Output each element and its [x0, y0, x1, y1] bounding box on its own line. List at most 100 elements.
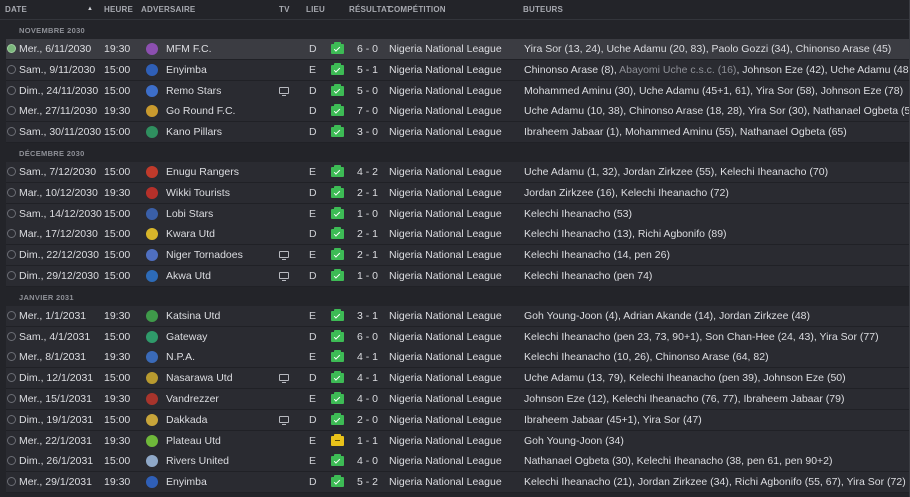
- fixture-row[interactable]: Dim., 12/1/2031 15:00 Nasarawa Utd D 4 - 1 Ni…: [6, 368, 910, 390]
- fixture-row[interactable]: Sam., 30/11/2030 15:00 Kano Pillars D 3 - 0 N…: [6, 122, 910, 144]
- match-score[interactable]: 7 - 0: [357, 101, 378, 121]
- competition-name[interactable]: Nigeria National League: [389, 81, 502, 101]
- fixture-row[interactable]: Dim., 22/12/2030 15:00 Niger Tornadoes E 2 -…: [6, 245, 910, 267]
- opponent-name[interactable]: MFM F.C.: [166, 39, 212, 59]
- match-score[interactable]: 4 - 1: [357, 347, 378, 367]
- select-checkbox[interactable]: [7, 250, 16, 260]
- col-header-scorers[interactable]: BUTEURS: [523, 5, 563, 14]
- fixture-row[interactable]: Mer., 27/11/2030 19:30 Go Round F.C. D 7 - 0…: [6, 101, 910, 123]
- opponent-name[interactable]: Go Round F.C.: [166, 101, 235, 121]
- match-score[interactable]: 6 - 0: [357, 327, 378, 347]
- select-checkbox[interactable]: [7, 456, 16, 466]
- select-checkbox[interactable]: [7, 331, 16, 341]
- select-checkbox[interactable]: [7, 352, 16, 362]
- opponent-name[interactable]: N.P.A.: [166, 347, 195, 367]
- fixture-row[interactable]: Sam., 14/12/2030 15:00 Lobi Stars E 1 - 0 Nig…: [6, 203, 910, 225]
- select-checkbox[interactable]: [7, 477, 16, 487]
- competition-name[interactable]: Nigeria National League: [389, 245, 502, 265]
- competition-name[interactable]: Nigeria National League: [389, 327, 502, 347]
- competition-name[interactable]: Nigeria National League: [389, 122, 502, 142]
- select-checkbox[interactable]: [7, 414, 16, 424]
- match-score[interactable]: 4 - 2: [357, 162, 378, 182]
- col-header-time[interactable]: HEURE: [104, 5, 133, 14]
- fixture-row[interactable]: Mer., 15/1/2031 19:30 Vandrezzer E 4 - 0 Nige…: [6, 389, 910, 410]
- select-checkbox[interactable]: [7, 271, 16, 280]
- competition-name[interactable]: Nigeria National League: [389, 389, 502, 409]
- col-header-venue[interactable]: LIEU: [306, 5, 325, 14]
- match-score[interactable]: 2 - 1: [357, 224, 378, 244]
- opponent-name[interactable]: Remo Stars: [166, 81, 221, 101]
- select-checkbox[interactable]: [7, 229, 16, 239]
- match-score[interactable]: 5 - 2: [357, 472, 378, 492]
- select-checkbox[interactable]: [7, 310, 16, 320]
- fixture-row[interactable]: Dim., 24/11/2030 15:00 Remo Stars D 5 - 0 Nig…: [6, 80, 910, 102]
- col-header-result[interactable]: RÉSULTAT: [349, 5, 391, 14]
- match-score[interactable]: 4 - 0: [357, 389, 378, 409]
- fixture-row[interactable]: Mer., 29/1/2031 19:30 Enyimba D 5 - 2 Nigeria…: [6, 472, 910, 494]
- col-header-opponent[interactable]: ADVERSAIRE: [141, 5, 195, 14]
- fixture-row[interactable]: Mar., 17/12/2030 15:00 Kwara Utd D 2 - 1 Nige…: [6, 224, 910, 246]
- opponent-name[interactable]: Kano Pillars: [166, 122, 222, 142]
- competition-name[interactable]: Nigeria National League: [389, 39, 502, 59]
- select-checkbox[interactable]: [7, 106, 16, 116]
- competition-name[interactable]: Nigeria National League: [389, 224, 502, 244]
- fixture-row[interactable]: Dim., 26/1/2031 15:00 Rivers United E 4 - 0 N…: [6, 451, 910, 473]
- match-score[interactable]: 6 - 0: [357, 39, 378, 59]
- fixture-row[interactable]: Sam., 9/11/2030 15:00 Enyimba E 5 - 1 Nigeria…: [6, 59, 910, 81]
- match-score[interactable]: 2 - 1: [357, 183, 378, 203]
- select-checkbox[interactable]: [7, 394, 16, 403]
- match-score[interactable]: 2 - 0: [357, 410, 378, 430]
- select-checkbox[interactable]: [7, 64, 16, 74]
- opponent-name[interactable]: Nasarawa Utd: [166, 368, 233, 388]
- match-score[interactable]: 1 - 0: [357, 204, 378, 224]
- competition-name[interactable]: Nigeria National League: [389, 183, 502, 203]
- col-header-competition[interactable]: COMPÉTITION: [388, 5, 446, 14]
- fixture-row[interactable]: Mer., 8/1/2031 19:30 N.P.A. E 4 - 1 Nigeria N…: [6, 347, 910, 369]
- competition-name[interactable]: Nigeria National League: [389, 368, 502, 388]
- select-checkbox[interactable]: [7, 208, 16, 218]
- match-score[interactable]: 4 - 0: [357, 451, 378, 471]
- competition-name[interactable]: Nigeria National League: [389, 347, 502, 367]
- fixture-row[interactable]: Sam., 7/12/2030 15:00 Enugu Rangers E 4 - 2 N…: [6, 162, 910, 183]
- select-checkbox[interactable]: [7, 44, 16, 53]
- match-score[interactable]: 1 - 0: [357, 266, 378, 286]
- opponent-name[interactable]: Vandrezzer: [166, 389, 219, 409]
- opponent-name[interactable]: Wikki Tourists: [166, 183, 230, 203]
- competition-name[interactable]: Nigeria National League: [389, 410, 502, 430]
- competition-name[interactable]: Nigeria National League: [389, 266, 502, 286]
- competition-name[interactable]: Nigeria National League: [389, 472, 502, 492]
- opponent-name[interactable]: Gateway: [166, 327, 207, 347]
- match-score[interactable]: 1 - 1: [357, 431, 378, 451]
- competition-name[interactable]: Nigeria National League: [389, 306, 502, 326]
- opponent-name[interactable]: Enyimba: [166, 472, 207, 492]
- fixture-row[interactable]: Dim., 19/1/2031 15:00 Dakkada D 2 - 0 Nigeria…: [6, 409, 910, 431]
- match-score[interactable]: 3 - 0: [357, 122, 378, 142]
- match-score[interactable]: 4 - 1: [357, 368, 378, 388]
- sort-ascending-icon[interactable]: ▲: [87, 6, 93, 12]
- fixture-row[interactable]: Mer., 22/1/2031 19:30 Plateau Utd E 1 - 1 Nig…: [6, 430, 910, 452]
- select-checkbox[interactable]: [7, 167, 16, 176]
- fixture-row[interactable]: Mer., 1/1/2031 19:30 Katsina Utd E 3 - 1 Nige…: [6, 305, 910, 327]
- select-checkbox[interactable]: [7, 85, 16, 95]
- col-header-tv[interactable]: TV: [279, 5, 290, 14]
- competition-name[interactable]: Nigeria National League: [389, 60, 502, 80]
- competition-name[interactable]: Nigeria National League: [389, 101, 502, 121]
- opponent-name[interactable]: Enugu Rangers: [166, 162, 239, 182]
- opponent-name[interactable]: Plateau Utd: [166, 431, 221, 451]
- fixture-row[interactable]: Mar., 10/12/2030 19:30 Wikki Tourists D 2 - …: [6, 182, 910, 204]
- match-score[interactable]: 5 - 0: [357, 81, 378, 101]
- select-checkbox[interactable]: [7, 187, 16, 197]
- select-checkbox[interactable]: [7, 127, 16, 137]
- col-header-date[interactable]: DATE: [5, 5, 27, 14]
- fixture-row[interactable]: Sam., 4/1/2031 15:00 Gateway D 6 - 0 Nigeria …: [6, 326, 910, 348]
- competition-name[interactable]: Nigeria National League: [389, 451, 502, 471]
- opponent-name[interactable]: Dakkada: [166, 410, 207, 430]
- select-checkbox[interactable]: [7, 373, 16, 383]
- opponent-name[interactable]: Niger Tornadoes: [166, 245, 243, 265]
- match-score[interactable]: 3 - 1: [357, 306, 378, 326]
- match-score[interactable]: 5 - 1: [357, 60, 378, 80]
- opponent-name[interactable]: Katsina Utd: [166, 306, 220, 326]
- competition-name[interactable]: Nigeria National League: [389, 204, 502, 224]
- match-score[interactable]: 2 - 1: [357, 245, 378, 265]
- fixture-row[interactable]: Mer., 6/11/2030 19:30 MFM F.C. D 6 - 0 Nigeri…: [6, 39, 910, 60]
